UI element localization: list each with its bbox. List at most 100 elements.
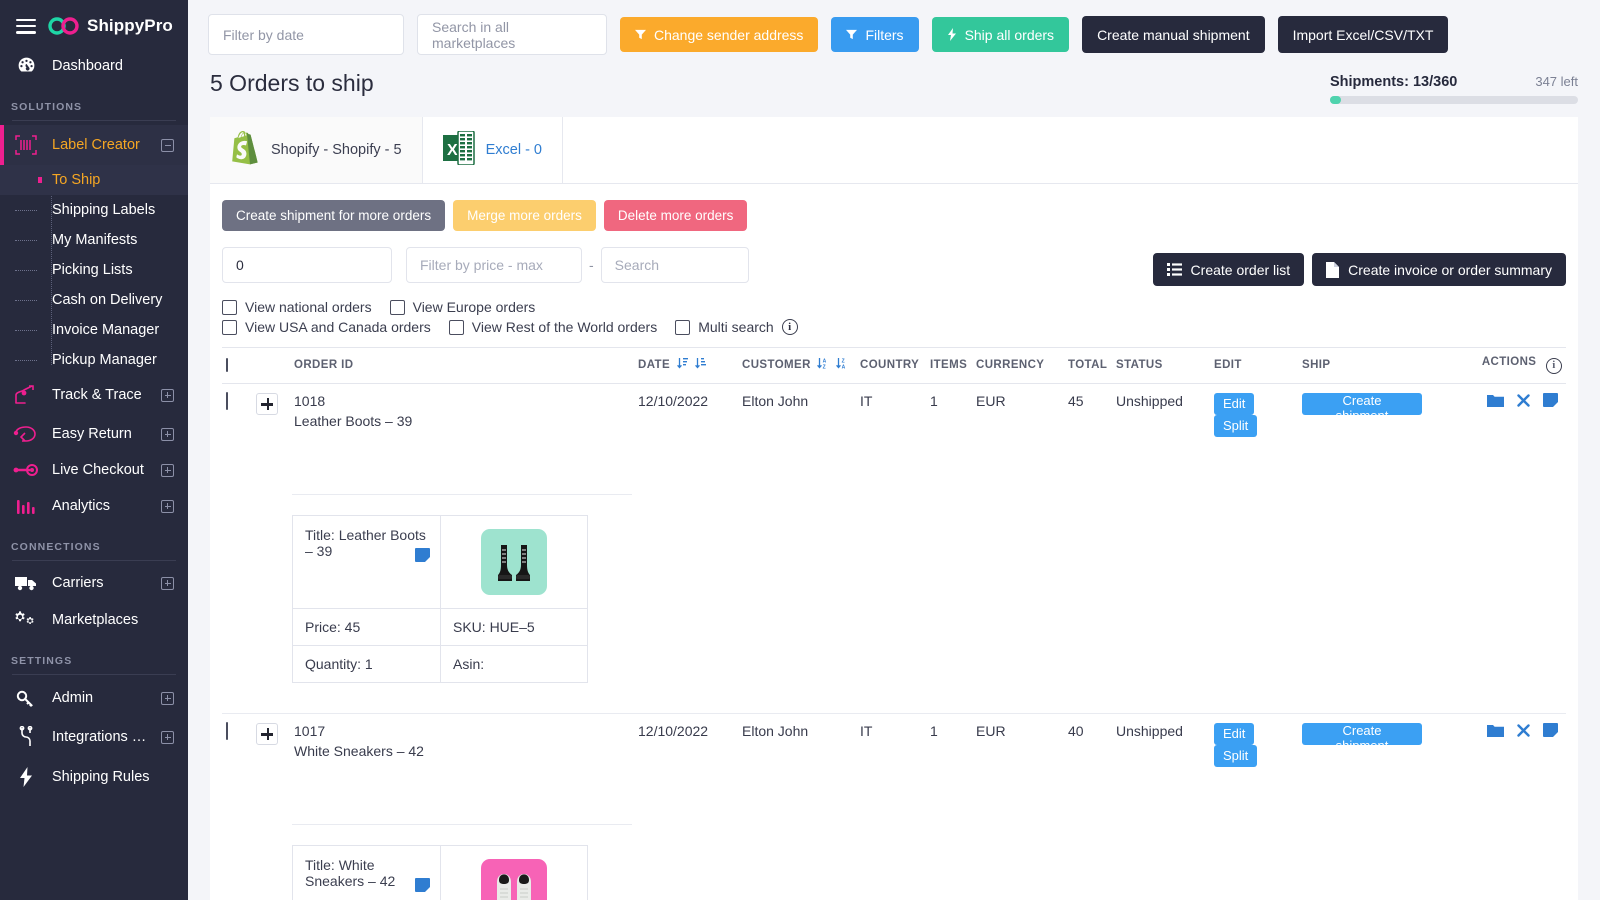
sidebar-item-marketplaces[interactable]: Marketplaces xyxy=(0,601,188,639)
sidebar-item-dashboard[interactable]: Dashboard xyxy=(0,46,188,85)
create-manual-shipment-button[interactable]: Create manual shipment xyxy=(1082,16,1265,53)
sidebar-item-analytics[interactable]: Analytics xyxy=(0,487,188,525)
product-sku: SKU: HUE–5 xyxy=(441,609,547,645)
expand-plus-icon[interactable] xyxy=(161,577,174,590)
row-checkbox[interactable] xyxy=(226,722,228,740)
product-card-top: Title: Leather Boots – 39 xyxy=(293,516,587,608)
checkbox-view-europe-orders[interactable]: View Europe orders xyxy=(390,299,536,315)
price-min-input[interactable]: 0 xyxy=(222,247,392,283)
checkbox-box[interactable] xyxy=(222,320,237,335)
close-icon[interactable] xyxy=(1517,724,1530,740)
th-date[interactable]: DATE xyxy=(634,348,738,384)
checkbox-box[interactable] xyxy=(449,320,464,335)
sort-date-desc-icon[interactable] xyxy=(695,357,707,373)
product-note-icon[interactable] xyxy=(415,878,430,892)
checkbox-box[interactable] xyxy=(390,300,405,315)
expand-plus-icon[interactable] xyxy=(161,389,174,402)
checkbox-multi-search[interactable]: Multi search xyxy=(675,319,773,335)
sort-customer-za-icon[interactable]: ZA xyxy=(836,357,848,373)
sidebar-item-carriers[interactable]: Carriers xyxy=(0,565,188,601)
sort-customer-az-icon[interactable]: AZ xyxy=(817,357,829,373)
split-button[interactable]: Split xyxy=(1214,415,1257,437)
checkbox-view-rest-of-world-orders[interactable]: View Rest of the World orders xyxy=(449,319,657,335)
sort-date-asc-icon[interactable] xyxy=(677,357,689,373)
create-order-list-button[interactable]: Create order list xyxy=(1153,253,1305,286)
checkbox-box[interactable] xyxy=(675,320,690,335)
collapse-minus-icon[interactable] xyxy=(161,139,174,152)
row-expand-cell xyxy=(252,383,290,446)
select-all-checkbox[interactable] xyxy=(226,358,228,372)
document-icon xyxy=(1326,262,1339,278)
search-input[interactable]: Search xyxy=(601,247,749,283)
th-currency: CURRENCY xyxy=(972,348,1064,384)
filters-button[interactable]: Filters xyxy=(831,17,918,52)
shipments-progress-fill xyxy=(1330,96,1341,104)
sidebar-subitem-cash-on-delivery[interactable]: Cash on Delivery xyxy=(0,285,188,315)
product-note-icon[interactable] xyxy=(415,548,430,562)
sidebar-header: ShippyPro xyxy=(0,0,188,46)
ship-all-orders-button[interactable]: Ship all orders xyxy=(932,17,1070,52)
sidebar-subitem-my-manifests[interactable]: My Manifests xyxy=(0,225,188,255)
sidebar-subitem-picking-lists[interactable]: Picking Lists xyxy=(0,255,188,285)
tab-excel[interactable]: X Excel - 0 xyxy=(423,117,563,183)
date-filter-input[interactable]: Filter by date xyxy=(208,14,404,55)
sidebar-item-easy-return[interactable]: Easy Return xyxy=(0,415,188,453)
create-shipment-for-more-orders-button[interactable]: Create shipment for more orders xyxy=(222,200,445,231)
folder-icon[interactable] xyxy=(1487,724,1504,740)
checkbox-view-national-orders[interactable]: View national orders xyxy=(222,299,372,315)
expand-plus-icon[interactable] xyxy=(161,731,174,744)
price-max-input[interactable]: Filter by price - max xyxy=(406,247,582,283)
expand-row-button[interactable] xyxy=(256,723,278,745)
actions-info-icon[interactable]: i xyxy=(1546,358,1562,374)
order-id-value: 1017 xyxy=(294,723,630,739)
import-excel-button[interactable]: Import Excel/CSV/TXT xyxy=(1278,16,1449,53)
delete-more-orders-button[interactable]: Delete more orders xyxy=(604,200,748,231)
expand-plus-icon[interactable] xyxy=(161,500,174,513)
sidebar-item-label: Marketplaces xyxy=(52,612,174,628)
create-shipment-button[interactable]: Create shipment xyxy=(1302,723,1422,745)
sidebar-item-label: Track & Trace xyxy=(52,387,161,403)
split-button[interactable]: Split xyxy=(1214,745,1257,767)
expand-plus-icon[interactable] xyxy=(161,428,174,441)
sidebar-item-admin[interactable]: Admin xyxy=(0,679,188,717)
create-shipment-button[interactable]: Create shipment xyxy=(1302,393,1422,415)
sidebar-subitem-invoice-manager[interactable]: Invoice Manager xyxy=(0,315,188,345)
expand-plus-icon[interactable] xyxy=(161,692,174,705)
product-quantity-row: Quantity: 1 Asin: xyxy=(293,645,587,682)
sidebar-item-track-trace[interactable]: Track & Trace xyxy=(0,375,188,415)
note-icon[interactable] xyxy=(1543,723,1558,740)
marketplace-search-input[interactable]: Search in all marketplaces xyxy=(417,14,607,55)
sidebar-subitem-to-ship[interactable]: To Ship xyxy=(0,165,188,195)
edit-button[interactable]: Edit xyxy=(1214,723,1254,745)
multi-search-info-icon[interactable]: i xyxy=(782,319,798,335)
row-country-cell: IT xyxy=(856,383,926,446)
sidebar-subitem-shipping-labels[interactable]: Shipping Labels xyxy=(0,195,188,225)
expand-row-button[interactable] xyxy=(256,393,278,415)
sidebar-section-connections: CONNECTIONS xyxy=(0,525,188,560)
th-customer[interactable]: CUSTOMER AZ ZA xyxy=(738,348,856,384)
expand-plus-icon[interactable] xyxy=(161,464,174,477)
note-icon[interactable] xyxy=(1543,393,1558,410)
brand-logo[interactable]: ShippyPro xyxy=(48,16,173,36)
th-order-id[interactable]: ORDER ID xyxy=(290,348,634,384)
tab-shopify[interactable]: Shopify - Shopify - 5 xyxy=(210,117,423,183)
product-thumbnail-sneakers xyxy=(481,859,547,900)
sidebar-item-label-creator[interactable]: Label Creator xyxy=(0,125,188,165)
change-sender-address-button[interactable]: Change sender address xyxy=(620,17,818,52)
edit-button[interactable]: Edit xyxy=(1214,393,1254,415)
sidebar-subitem-pickup-manager[interactable]: Pickup Manager xyxy=(0,345,188,375)
sidebar-item-integrations[interactable]: Integrations … xyxy=(0,717,188,757)
create-invoice-or-order-summary-button[interactable]: Create invoice or order summary xyxy=(1312,253,1566,286)
sidebar-item-live-checkout[interactable]: Live Checkout xyxy=(0,453,188,487)
close-icon[interactable] xyxy=(1517,394,1530,410)
checkbox-box[interactable] xyxy=(222,300,237,315)
bulk-actions-row: Create shipment for more orders Merge mo… xyxy=(222,200,1566,243)
folder-icon[interactable] xyxy=(1487,394,1504,410)
product-title: Title: Leather Boots – 39 xyxy=(305,527,426,559)
hamburger-icon[interactable] xyxy=(16,19,36,34)
sidebar-item-shipping-rules[interactable]: Shipping Rules xyxy=(0,757,188,797)
checkbox-view-usa-canada-orders[interactable]: View USA and Canada orders xyxy=(222,319,431,335)
sidebar-subitem-label: Cash on Delivery xyxy=(52,292,188,308)
merge-more-orders-button[interactable]: Merge more orders xyxy=(453,200,596,231)
row-checkbox[interactable] xyxy=(226,392,228,410)
